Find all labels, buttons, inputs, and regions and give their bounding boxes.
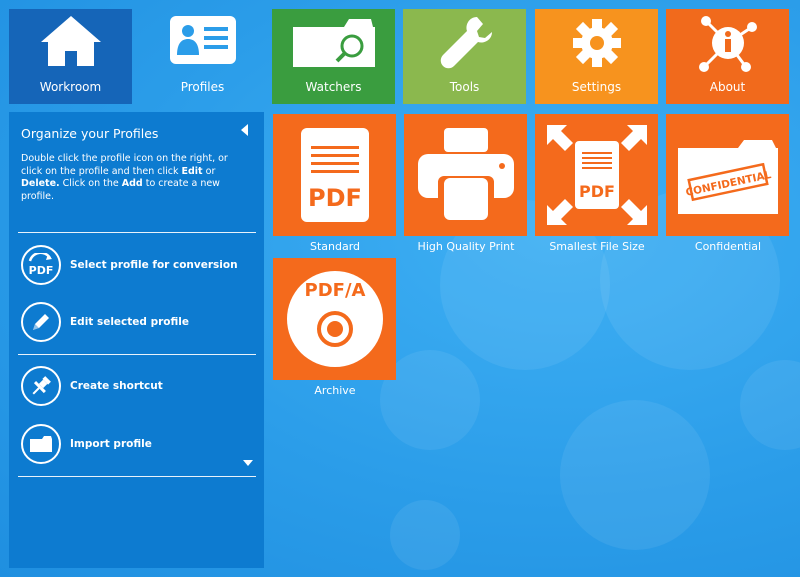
edit-profile-button[interactable]: Edit selected profile: [21, 299, 189, 345]
tools-icon: [440, 17, 492, 69]
profile-tile-standard[interactable]: PDF: [273, 114, 396, 236]
pencil-icon: [21, 302, 61, 342]
nav-tile-workroom[interactable]: Workroom: [9, 9, 132, 104]
profile-label-smallest-file-size: Smallest File Size: [549, 240, 645, 253]
folder-icon: [21, 424, 61, 464]
svg-text:PDF/A: PDF/A: [304, 280, 365, 301]
pdf-document-icon: PDF: [300, 128, 369, 222]
sidebar-panel: Organize your Profiles Double click the …: [9, 112, 264, 568]
pin-icon: [21, 366, 61, 406]
pdf-icon: PDF: [21, 245, 61, 285]
profiles-icon: [169, 16, 236, 64]
home-icon: [40, 16, 101, 66]
sidebar-divider: [18, 476, 256, 477]
profile-tile-high-quality-print[interactable]: [404, 114, 527, 236]
select-profile-button[interactable]: PDF Select profile for conversion: [21, 242, 238, 288]
nav-label: Watchers: [305, 80, 362, 94]
archive-disc-icon: PDF/A: [286, 271, 383, 367]
nav-label: Settings: [571, 80, 622, 94]
svg-text:PDF: PDF: [308, 184, 362, 212]
svg-text:PDF: PDF: [579, 182, 615, 201]
sidebar-divider: [18, 232, 256, 233]
compress-pdf-icon: PDF: [546, 125, 647, 225]
sidebar-divider: [18, 354, 256, 355]
import-profile-button[interactable]: Import profile: [21, 421, 152, 467]
collapse-arrow-icon[interactable]: [241, 124, 248, 136]
nav-tile-settings[interactable]: Settings: [535, 9, 658, 104]
profile-label-confidential: Confidential: [694, 240, 762, 253]
settings-icon: [572, 19, 621, 67]
svg-text:PDF: PDF: [29, 264, 54, 277]
profile-tile-confidential[interactable]: CONFIDENTIAL: [666, 114, 789, 236]
confidential-folder-icon: CONFIDENTIAL: [677, 140, 778, 214]
nav-label: About: [709, 80, 746, 94]
nav-tile-watchers[interactable]: Watchers: [272, 9, 395, 104]
sidebar-description: Double click the profile icon on the rig…: [21, 153, 228, 202]
nav-label: Profiles: [180, 80, 225, 94]
profile-tile-smallest-file-size[interactable]: PDF: [535, 114, 658, 236]
about-icon: [698, 16, 757, 72]
create-shortcut-button[interactable]: Create shortcut: [21, 363, 163, 409]
profile-label-standard: Standard: [309, 240, 361, 253]
profile-label-archive: Archive: [314, 384, 356, 397]
nav-tile-profiles[interactable]: Profiles: [141, 9, 264, 104]
sidebar-title: Organize your Profiles: [21, 126, 159, 141]
scroll-down-arrow-icon[interactable]: [243, 460, 253, 466]
nav-label: Workroom: [39, 80, 102, 94]
profile-label-high-quality-print: High Quality Print: [417, 240, 515, 253]
printer-icon: [417, 128, 514, 222]
nav-label: Tools: [449, 80, 480, 94]
profile-tile-archive[interactable]: PDF/A: [273, 258, 396, 380]
watchers-icon: [292, 19, 375, 67]
nav-tile-about[interactable]: About: [666, 9, 789, 104]
nav-tile-tools[interactable]: Tools: [403, 9, 526, 104]
